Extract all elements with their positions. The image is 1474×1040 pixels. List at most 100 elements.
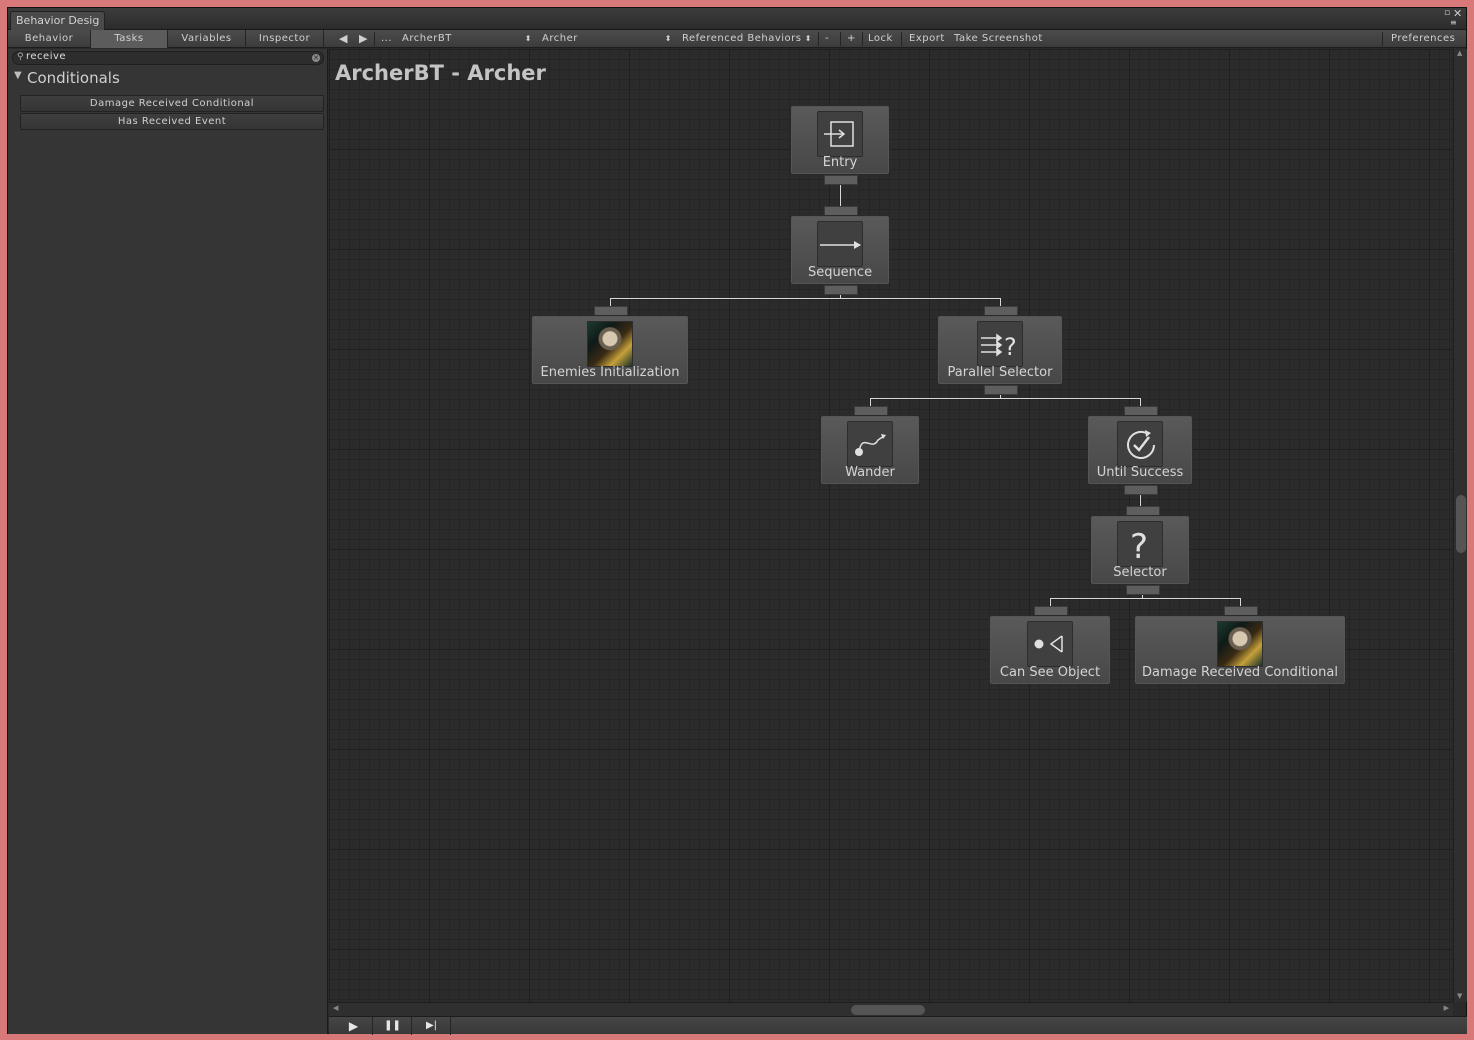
- dropdown-arrows-icon: ⬍: [664, 34, 672, 43]
- add-behavior-button[interactable]: +: [847, 30, 856, 48]
- node-label: Sequence: [807, 265, 873, 280]
- node-selector[interactable]: ? Selector: [1090, 515, 1190, 585]
- node-label: Damage Received Conditional: [1142, 665, 1338, 680]
- tab-variables[interactable]: Variables: [168, 30, 246, 48]
- connection-wire: [1240, 598, 1241, 606]
- pause-button[interactable]: ❚❚: [374, 1017, 412, 1035]
- toolbar-divider: [901, 32, 902, 46]
- connection-wire: [1050, 598, 1051, 606]
- output-port[interactable]: [1126, 585, 1160, 595]
- scroll-up-icon[interactable]: ▲: [1457, 49, 1462, 57]
- behavior-designer-window: Behavior Desig ▫ ✕ ≡ Behavior Tasks Vari…: [7, 7, 1467, 1035]
- tab-inspector[interactable]: Inspector: [246, 30, 324, 48]
- clear-search-icon[interactable]: ✕: [312, 54, 320, 62]
- object-dropdown[interactable]: Archer ⬍: [542, 30, 674, 48]
- search-icon: ⚲: [17, 52, 24, 62]
- object-dropdown-value: Archer: [542, 33, 578, 44]
- preferences-button[interactable]: Preferences: [1391, 30, 1455, 48]
- connection-wire: [870, 398, 871, 406]
- svg-text:?: ?: [1004, 333, 1017, 361]
- referenced-behaviors-label: Referenced Behaviors: [682, 33, 802, 44]
- graph-title: ArcherBT - Archer: [335, 61, 546, 85]
- scroll-left-icon[interactable]: ◀: [333, 1004, 338, 1012]
- can-see-object-icon: [1027, 621, 1073, 667]
- vertical-scrollbar[interactable]: ▲ ▼: [1453, 49, 1467, 1002]
- search-input[interactable]: ⚲ receive ✕: [12, 51, 324, 65]
- connection-wire: [1000, 298, 1001, 306]
- play-button[interactable]: ▶: [335, 1017, 373, 1035]
- node-damage-received-conditional[interactable]: Damage Received Conditional: [1134, 615, 1346, 685]
- expand-triangle-icon: ▼: [14, 70, 22, 81]
- output-port[interactable]: [984, 385, 1018, 395]
- connection-wire: [870, 398, 1141, 399]
- wander-path-icon: [847, 421, 893, 467]
- node-sequence[interactable]: Sequence: [790, 215, 890, 285]
- toolbar-divider: [818, 32, 819, 46]
- category-label: Conditionals: [27, 69, 120, 87]
- behavior-dropdown[interactable]: ArcherBT ⬍: [402, 30, 534, 48]
- dropdown-arrows-icon: ⬍: [524, 34, 532, 43]
- scroll-right-icon[interactable]: ▶: [1444, 1004, 1449, 1012]
- tab-behavior[interactable]: Behavior: [8, 30, 91, 48]
- horizontal-scrollbar[interactable]: ◀ ▶: [329, 1002, 1453, 1016]
- nav-back-button[interactable]: ◀: [339, 30, 348, 48]
- task-has-received-event[interactable]: Has Received Event: [20, 113, 324, 130]
- horizontal-scroll-thumb[interactable]: [851, 1005, 925, 1015]
- more-button[interactable]: ...: [381, 30, 392, 48]
- dropdown-arrows-icon: ⬍: [804, 34, 812, 43]
- node-until-success[interactable]: Until Success: [1087, 415, 1193, 485]
- node-label: Enemies Initialization: [540, 365, 680, 380]
- output-port[interactable]: [1124, 485, 1158, 495]
- node-label: Wander: [845, 465, 895, 480]
- lock-button[interactable]: Lock: [868, 30, 893, 48]
- selector-question-icon: ?: [1117, 521, 1163, 567]
- node-label: Can See Object: [999, 665, 1101, 680]
- toolbar-divider: [374, 32, 375, 46]
- sequence-arrow-icon: [817, 221, 863, 267]
- node-can-see-object[interactable]: Can See Object: [989, 615, 1111, 685]
- behavior-dropdown-value: ArcherBT: [402, 33, 452, 44]
- node-parallel-selector[interactable]: ? Parallel Selector: [937, 315, 1063, 385]
- connection-wire: [1140, 398, 1141, 406]
- window-menu-icon[interactable]: ≡: [1450, 18, 1457, 27]
- connection-wire: [1050, 598, 1241, 599]
- output-port[interactable]: [824, 285, 858, 295]
- archer-portrait-icon: [587, 321, 633, 367]
- toolbar-divider: [840, 32, 841, 46]
- node-entry[interactable]: Entry: [790, 105, 890, 175]
- step-button[interactable]: ▶|: [413, 1017, 451, 1035]
- node-wander[interactable]: Wander: [820, 415, 920, 485]
- node-label: Until Success: [1096, 465, 1184, 480]
- vertical-scroll-thumb[interactable]: [1456, 495, 1466, 553]
- node-label: Entry: [822, 155, 858, 170]
- remove-behavior-button[interactable]: -: [825, 30, 829, 48]
- take-screenshot-button[interactable]: Take Screenshot: [954, 30, 1043, 48]
- task-damage-received-conditional[interactable]: Damage Received Conditional: [20, 95, 324, 112]
- window-controls: ▫ ✕ ≡: [1442, 7, 1462, 30]
- scroll-down-icon[interactable]: ▼: [1457, 992, 1462, 1000]
- connection-wire: [610, 298, 611, 306]
- nav-forward-button[interactable]: ▶: [359, 30, 368, 48]
- node-label: Parallel Selector: [947, 365, 1053, 380]
- archer-portrait-icon: [1217, 621, 1263, 667]
- tab-tasks[interactable]: Tasks: [91, 30, 168, 48]
- parallel-selector-icon: ?: [977, 321, 1023, 367]
- referenced-behaviors-dropdown[interactable]: Referenced Behaviors ⬍: [682, 30, 814, 48]
- until-success-icon: [1117, 421, 1163, 467]
- window-title-tab[interactable]: Behavior Desig: [10, 11, 106, 30]
- toolbar: Behavior Tasks Variables Inspector ◀ ▶ .…: [8, 30, 1466, 48]
- connection-wire: [610, 298, 1001, 299]
- search-input-value: receive: [26, 51, 67, 62]
- node-enemies-initialization[interactable]: Enemies Initialization: [531, 315, 689, 385]
- toolbar-divider: [1382, 32, 1383, 46]
- svg-text:?: ?: [1130, 527, 1148, 567]
- playback-bar: ▶ ❚❚ ▶|: [329, 1016, 1467, 1035]
- tasks-panel: ⚲ receive ✕ ▼ Conditionals Damage Receiv…: [8, 49, 328, 1034]
- export-button[interactable]: Export: [909, 30, 945, 48]
- output-port[interactable]: [824, 175, 858, 185]
- behavior-graph-canvas[interactable]: ArcherBT - Archer Entry Sequence Enemies…: [329, 49, 1453, 1002]
- toolbar-divider: [862, 32, 863, 46]
- node-label: Selector: [1113, 565, 1167, 580]
- entry-arrow-icon: [817, 111, 863, 157]
- maximize-icon[interactable]: ▫: [1444, 8, 1450, 18]
